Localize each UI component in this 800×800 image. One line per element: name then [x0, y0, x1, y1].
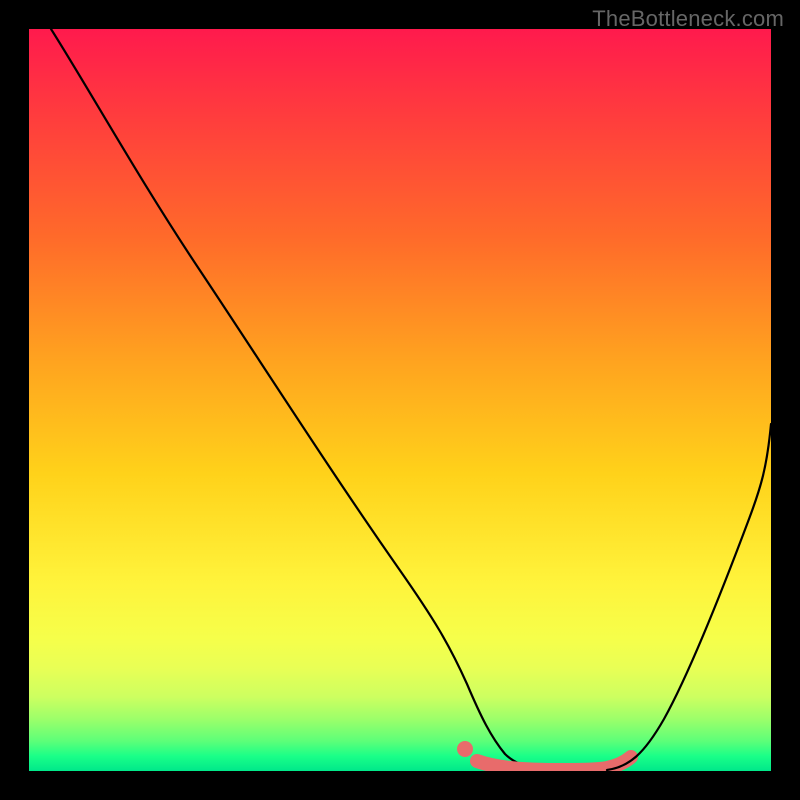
- valley-start-dot: [457, 741, 473, 757]
- chart-frame: TheBottleneck.com: [0, 0, 800, 800]
- plot-area: [29, 29, 771, 771]
- curve-layer: [29, 29, 771, 771]
- left-curve: [51, 29, 607, 770]
- watermark-text: TheBottleneck.com: [592, 6, 784, 32]
- valley-highlight: [477, 757, 631, 770]
- right-curve: [607, 424, 771, 770]
